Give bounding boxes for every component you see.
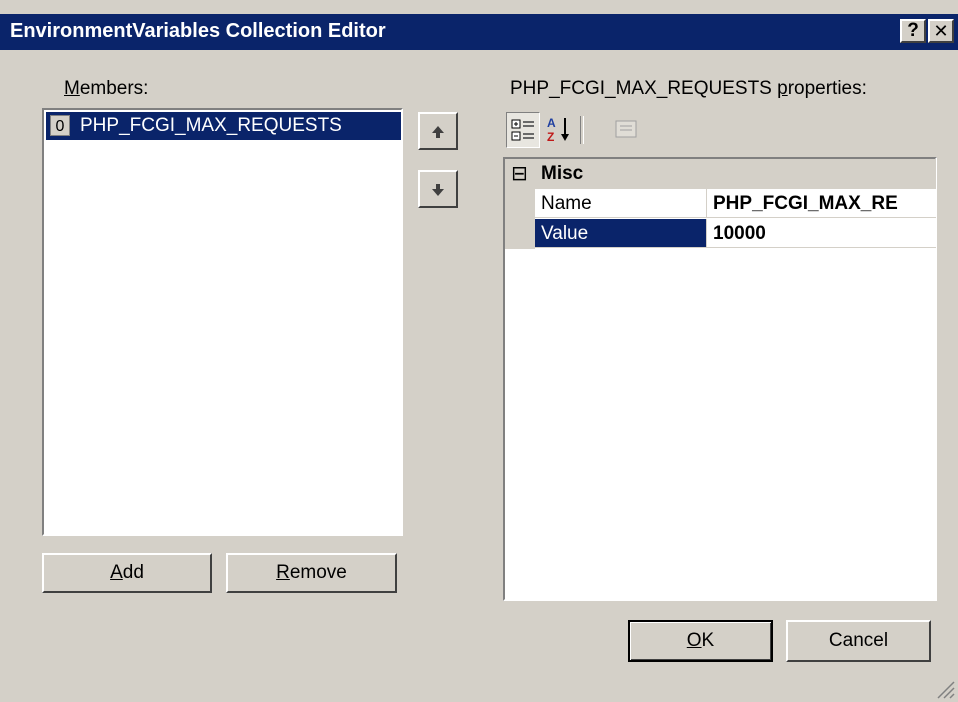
member-name: PHP_FCGI_MAX_REQUESTS [80, 115, 342, 136]
close-button[interactable]: ✕ [928, 19, 954, 43]
collapse-icon[interactable]: ⊟ [511, 161, 528, 186]
ok-button[interactable]: OK [628, 620, 773, 662]
property-pages-button[interactable] [610, 112, 644, 148]
category-misc[interactable]: ⊟ Misc [505, 159, 936, 189]
svg-text:A: A [547, 116, 556, 130]
help-button[interactable]: ? [900, 19, 926, 43]
arrow-down-icon [432, 184, 444, 196]
move-down-button[interactable] [418, 170, 458, 208]
collection-editor-dialog: EnvironmentVariables Collection Editor ?… [0, 0, 958, 702]
properties-label: PHP_FCGI_MAX_REQUESTS properties: [510, 78, 867, 99]
members-list[interactable]: 0 PHP_FCGI_MAX_REQUESTS [42, 108, 403, 536]
sort-az-icon: A Z [547, 116, 569, 144]
property-row-name[interactable]: Name PHP_FCGI_MAX_RE [505, 189, 936, 219]
alphabetical-button[interactable]: A Z [542, 112, 576, 148]
categorized-icon [511, 119, 534, 141]
cancel-button[interactable]: Cancel [786, 620, 931, 662]
list-item[interactable]: 0 PHP_FCGI_MAX_REQUESTS [46, 112, 401, 140]
members-label: Members: [64, 78, 149, 99]
property-name: Value [535, 219, 707, 248]
add-button[interactable]: Add [42, 553, 212, 593]
title-bar[interactable]: EnvironmentVariables Collection Editor ?… [0, 14, 958, 50]
svg-text:Z: Z [547, 130, 554, 144]
categorized-button[interactable] [506, 112, 540, 148]
remove-button[interactable]: Remove [226, 553, 397, 593]
move-up-button[interactable] [418, 112, 458, 150]
member-index: 0 [50, 115, 70, 136]
property-grid[interactable]: ⊟ Misc Name PHP_FCGI_MAX_RE Value 10000 [503, 157, 937, 601]
property-pages-icon [615, 120, 637, 138]
property-name: Name [535, 189, 707, 218]
category-name: Misc [541, 163, 584, 184]
property-value[interactable]: 10000 [707, 219, 936, 248]
toolbar-separator [580, 116, 584, 144]
property-row-value[interactable]: Value 10000 [505, 219, 936, 249]
resize-grip-icon[interactable] [934, 678, 956, 700]
window-title: EnvironmentVariables Collection Editor [10, 20, 386, 42]
arrow-up-icon [432, 126, 444, 138]
property-value[interactable]: PHP_FCGI_MAX_RE [707, 189, 936, 218]
